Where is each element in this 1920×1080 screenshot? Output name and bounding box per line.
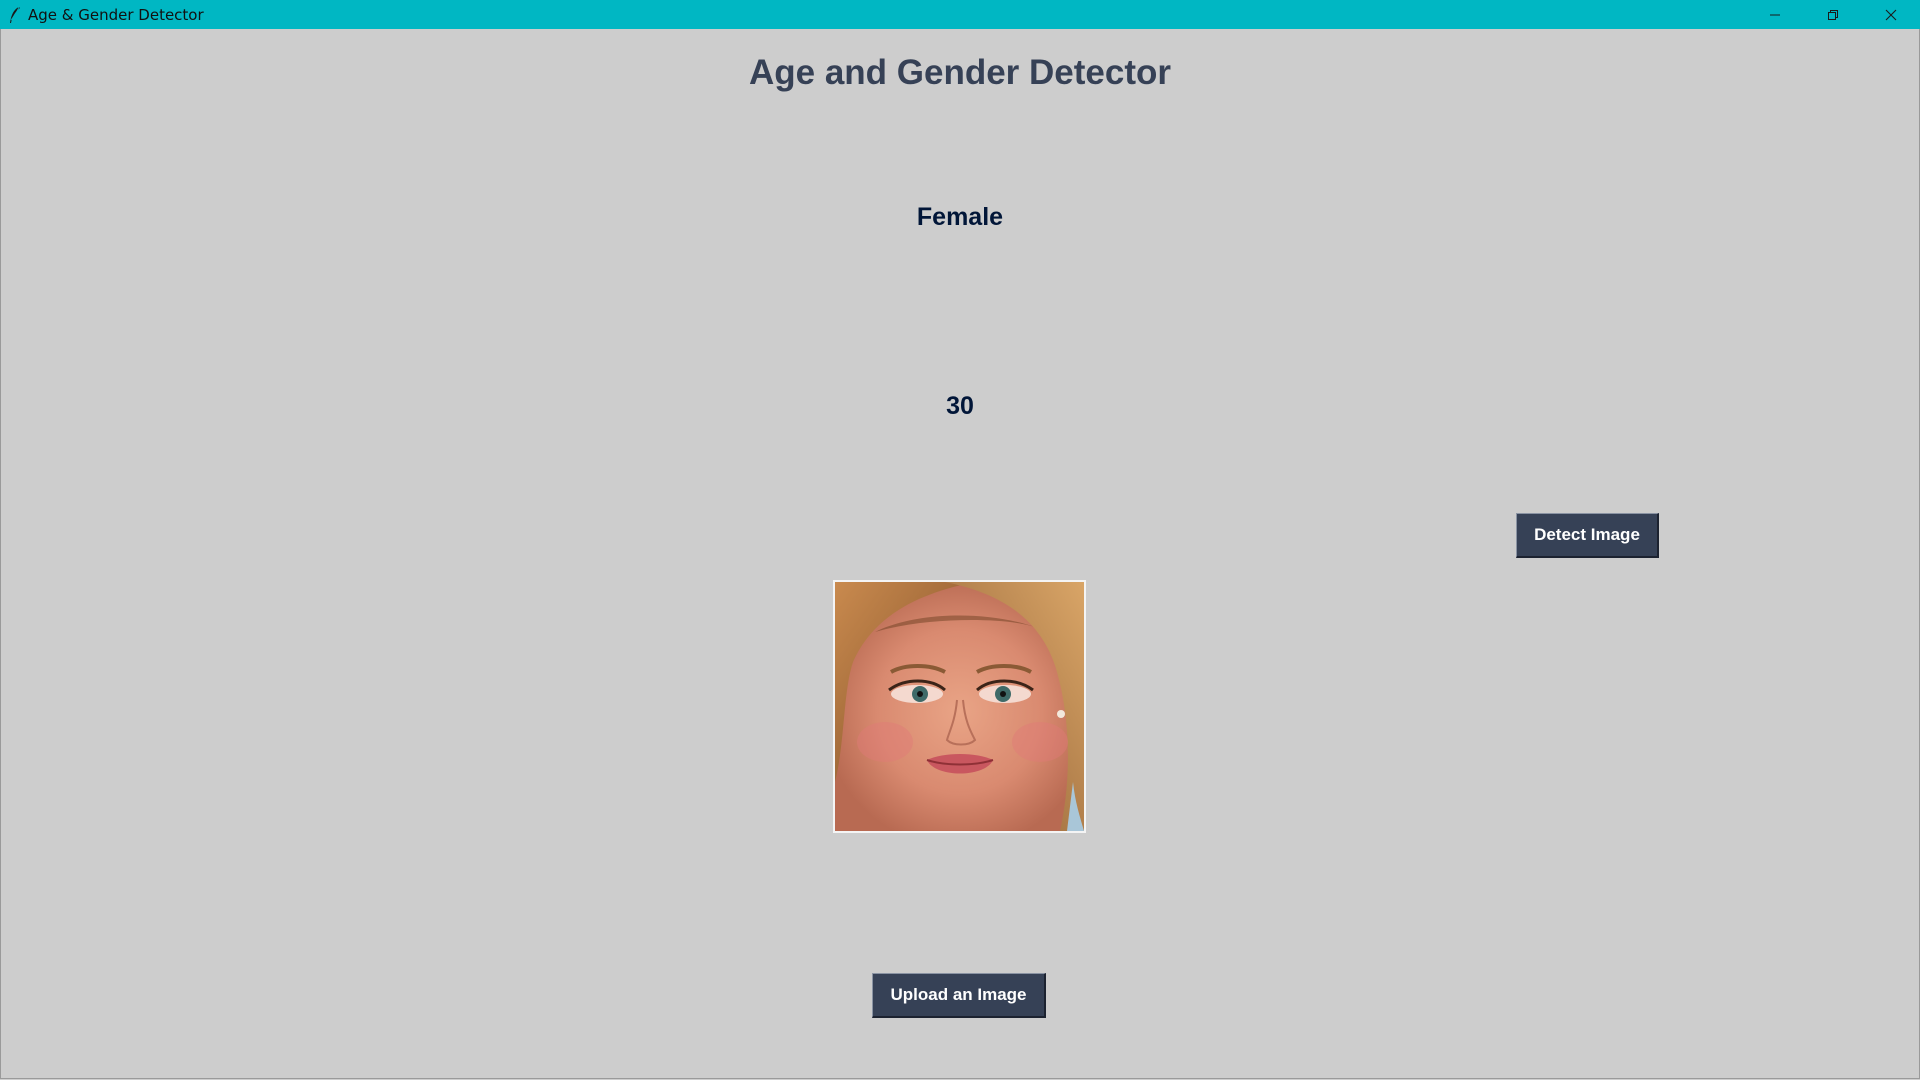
age-result-label: 30: [946, 392, 974, 420]
close-icon: [1885, 9, 1897, 20]
face-photo-icon: [835, 582, 1084, 831]
upload-image-button[interactable]: Upload an Image: [872, 973, 1046, 1018]
window-controls: [1746, 0, 1920, 29]
minimize-icon: [1770, 14, 1780, 15]
title-bar: Age & Gender Detector: [0, 0, 1920, 29]
restore-icon: [1828, 9, 1838, 20]
uploaded-face-image: [833, 580, 1086, 833]
gender-result-label: Female: [916, 203, 1004, 231]
minimize-button[interactable]: [1746, 0, 1804, 29]
feather-icon: [4, 4, 26, 26]
restore-button[interactable]: [1804, 0, 1862, 29]
close-button[interactable]: [1862, 0, 1920, 29]
window-title: Age & Gender Detector: [28, 5, 204, 24]
detect-image-button[interactable]: Detect Image: [1516, 513, 1659, 558]
page-title: Age and Gender Detector: [748, 53, 1172, 92]
